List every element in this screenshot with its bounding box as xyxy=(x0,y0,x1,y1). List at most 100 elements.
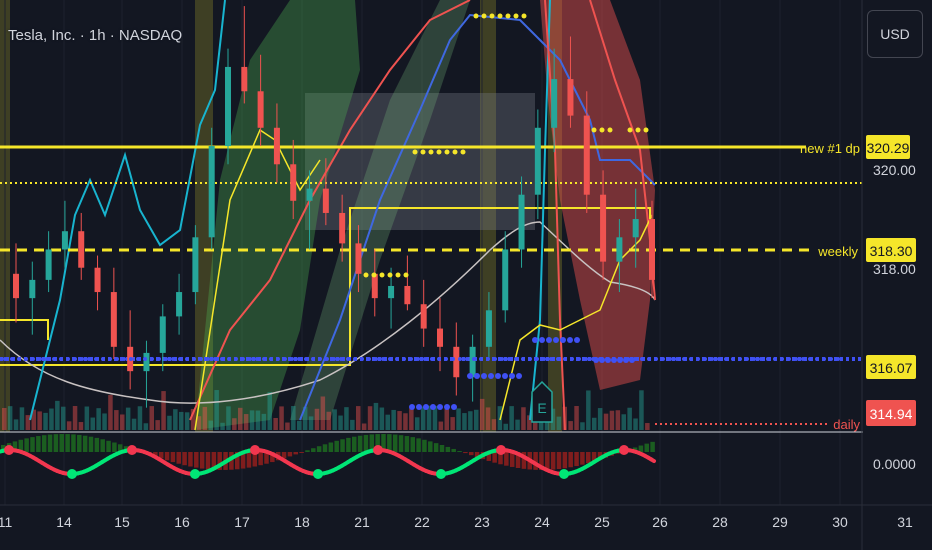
volume-bar xyxy=(108,394,113,430)
candle-body xyxy=(322,188,329,213)
time-axis-label: 26 xyxy=(652,514,668,530)
volume-bar xyxy=(308,416,314,430)
blue-dot xyxy=(66,357,70,361)
volume-bar xyxy=(592,417,597,430)
volume-bar xyxy=(350,419,355,430)
volume-bar xyxy=(49,408,54,430)
currency-button[interactable]: USD xyxy=(867,10,923,58)
time-axis-label: 28 xyxy=(712,514,728,530)
blue-dot xyxy=(269,357,273,361)
oscillator-bar xyxy=(504,452,509,466)
blue-dot xyxy=(829,357,833,361)
volume-bar xyxy=(238,407,243,430)
blue-dot xyxy=(472,357,476,361)
candle-body xyxy=(273,127,280,165)
blue-dot xyxy=(731,357,735,361)
blue-dot xyxy=(467,373,473,379)
earnings-marker[interactable]: E xyxy=(531,380,553,423)
time-axis-label: 14 xyxy=(56,514,72,530)
oscillator-bar xyxy=(322,444,328,452)
candle-body xyxy=(45,249,52,280)
candle-body xyxy=(583,115,590,195)
blue-dot xyxy=(108,357,112,361)
blue-dot xyxy=(458,357,462,361)
blue-dot xyxy=(248,357,252,361)
blue-dot xyxy=(570,357,574,361)
yellow-dot xyxy=(513,13,519,19)
blue-dot xyxy=(87,357,91,361)
candle-body xyxy=(290,164,297,201)
volume-bar xyxy=(444,406,449,430)
blue-dot xyxy=(304,357,308,361)
yellow-dot xyxy=(521,13,527,19)
tradingview-chart[interactable]: E 320.00 318.00 new #1 dp 320.29 weekly … xyxy=(0,0,932,550)
oscillator-bar xyxy=(334,440,339,452)
time-axis-label: 30 xyxy=(832,514,848,530)
blue-dot xyxy=(682,357,686,361)
yellow-dot xyxy=(591,127,597,133)
blue-dot xyxy=(591,357,595,361)
candle-body xyxy=(371,273,378,299)
volume-bar xyxy=(84,406,90,430)
blue-dot xyxy=(479,357,483,361)
level-name-daily: daily xyxy=(833,417,860,432)
blue-dot xyxy=(262,357,266,361)
yellow-dot xyxy=(379,272,385,278)
blue-dot xyxy=(444,404,450,410)
candle-body xyxy=(13,273,19,299)
oscillator-bar xyxy=(451,448,456,452)
blue-dot xyxy=(409,404,415,410)
blue-dot xyxy=(598,357,602,361)
candle-body xyxy=(469,346,476,378)
time-axis-label: 17 xyxy=(234,514,250,530)
blue-dot xyxy=(745,357,749,361)
volume-bar xyxy=(320,396,326,430)
volume-bar xyxy=(556,416,562,430)
candle-body xyxy=(110,292,117,347)
time-axis-label: 18 xyxy=(294,514,310,530)
level-value-new-dp: 320.29 xyxy=(867,140,910,156)
blue-dot xyxy=(122,357,126,361)
volume-bar xyxy=(603,413,609,430)
blue-dot xyxy=(563,357,567,361)
time-axis-label: 15 xyxy=(114,514,130,530)
yellow-dot xyxy=(460,149,466,155)
volume-bar xyxy=(208,420,213,430)
oscillator-bar xyxy=(299,452,304,453)
blue-dot xyxy=(528,357,532,361)
oscillator-bar xyxy=(556,452,562,470)
blue-dot xyxy=(115,357,119,361)
oscillator-bar xyxy=(340,439,345,452)
candle-body xyxy=(420,304,427,329)
yellow-dot xyxy=(395,272,401,278)
blue-dot xyxy=(381,357,385,361)
oscillator-bar xyxy=(106,440,111,452)
blue-dot xyxy=(493,357,497,361)
time-axis-label: 29 xyxy=(772,514,788,530)
oscillator-bar xyxy=(176,452,181,464)
volume-bar xyxy=(55,400,60,430)
level-value-weekly: 318.30 xyxy=(870,243,913,259)
candle-body xyxy=(567,79,574,116)
oscillator-bar xyxy=(492,452,497,463)
blue-dot xyxy=(675,357,679,361)
volume-bar xyxy=(491,419,497,430)
time-axis-label: 24 xyxy=(534,514,550,530)
blue-dot xyxy=(766,357,770,361)
price-chart-canvas[interactable]: E 320.00 318.00 new #1 dp 320.29 weekly … xyxy=(0,0,932,550)
volume-bar xyxy=(468,411,473,430)
volume-bar xyxy=(509,406,514,430)
blue-dot xyxy=(136,357,140,361)
oscillator-turning-point xyxy=(496,445,506,456)
volume-bar xyxy=(167,415,172,430)
blue-dot xyxy=(143,357,147,361)
symbol-title[interactable]: Tesla, Inc. · 1h · NASDAQ xyxy=(8,27,182,44)
blue-dot xyxy=(157,357,161,361)
candle-body xyxy=(632,219,639,238)
blue-dot xyxy=(836,357,840,361)
volume-bar xyxy=(273,418,278,430)
volume-bar xyxy=(627,407,632,430)
blue-dot xyxy=(423,404,429,410)
volume-bar xyxy=(586,390,591,430)
blue-dot xyxy=(129,357,133,361)
